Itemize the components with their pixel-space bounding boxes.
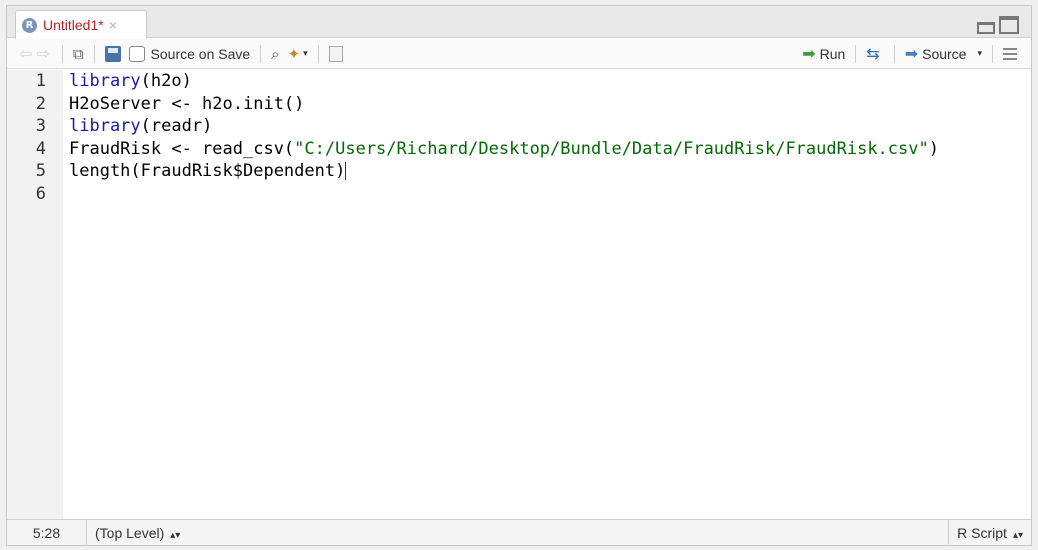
toolbar-separator: [61, 44, 63, 63]
toolbar-separator: [93, 44, 95, 63]
updown-caret-icon: ▴▾: [170, 530, 181, 541]
line-number: 2: [35, 93, 46, 114]
code-editor[interactable]: 1 2 3 4 5 6 library(h2o) H2oServer <- h2…: [7, 70, 1031, 519]
source-button[interactable]: ➡ Source: [901, 42, 971, 66]
line-number: 1: [35, 71, 46, 91]
keyword: library: [69, 116, 141, 136]
string-literal: "C:/Users/Richard/Desktop/Bundle/Data/Fr…: [294, 138, 929, 159]
nav-buttons: ⇦ ⇨: [7, 42, 56, 66]
toolbar-separator: [260, 44, 262, 63]
code-text: (h2o): [140, 71, 192, 91]
show-in-window-button[interactable]: ⧉: [69, 42, 88, 66]
source-arrow-icon: ➡: [904, 44, 919, 63]
tab-label: Untitled1*: [43, 17, 104, 33]
line-number: 6: [35, 183, 46, 204]
code-tools-button[interactable]: ✦ ▾: [284, 42, 312, 66]
code-text: (readr): [140, 116, 213, 136]
tab-strip: R Untitled1* ×: [7, 6, 1031, 39]
popout-window-icon: ⧉: [72, 44, 84, 63]
code-text: FraudRisk <- read_csv(: [69, 138, 295, 159]
editor-pane: R Untitled1* × ⇦ ⇨ ⧉ Source on Save ⌕ ✦ …: [6, 5, 1032, 546]
notebook-icon: [328, 45, 343, 62]
cursor-position: 5:28: [7, 520, 87, 546]
code-line[interactable]: library(h2o): [69, 70, 1031, 93]
line-number: 4: [35, 138, 46, 159]
save-disk-icon: [104, 45, 121, 62]
code-lines[interactable]: library(h2o) H2oServer <- h2o.init() lib…: [69, 70, 1031, 205]
source-on-save-label: Source on Save: [150, 45, 251, 62]
editor-toolbar: ⇦ ⇨ ⧉ Source on Save ⌕ ✦ ▾ ➡ Run ⇆ ➡ Sou…: [7, 39, 1031, 69]
compile-report-button[interactable]: [325, 42, 347, 66]
magic-wand-icon: ✦: [287, 44, 301, 63]
run-button[interactable]: ➡ Run: [798, 42, 849, 66]
toolbar-separator: [317, 44, 319, 63]
save-button[interactable]: [101, 42, 125, 66]
run-label: Run: [819, 45, 846, 62]
code-text: length(FraudRisk$Dependent): [69, 161, 346, 181]
source-on-save-checkbox[interactable]: [128, 45, 145, 62]
outline-lines-icon: [1003, 47, 1017, 60]
code-line[interactable]: FraudRisk <- read_csv("C:/Users/Richard/…: [69, 138, 1031, 161]
minimize-pane-icon[interactable]: [977, 22, 995, 34]
close-icon[interactable]: ×: [109, 17, 117, 33]
source-label: Source: [922, 45, 967, 62]
file-type-selector[interactable]: R Script ▴▾: [948, 520, 1031, 546]
run-arrow-icon: ➡: [802, 44, 816, 63]
code-line[interactable]: [69, 183, 1031, 206]
window-controls: [977, 16, 1019, 34]
rerun-button[interactable]: ⇆: [862, 42, 887, 66]
text-cursor: [345, 162, 347, 180]
file-type-label: R Script: [957, 525, 1007, 541]
scope-selector[interactable]: (Top Level) ▴▾: [95, 520, 180, 546]
back-arrow-icon[interactable]: ⇦: [19, 44, 32, 63]
maximize-pane-icon[interactable]: [999, 16, 1019, 34]
code-line[interactable]: library(readr): [69, 115, 1031, 138]
r-file-icon: R: [22, 17, 37, 33]
source-on-save-toggle[interactable]: Source on Save: [125, 42, 255, 66]
code-line[interactable]: length(FraudRisk$Dependent): [69, 160, 1031, 183]
rerun-arrows-icon: ⇆: [866, 44, 880, 63]
scope-label: (Top Level): [95, 525, 165, 541]
code-text: ): [928, 138, 939, 159]
code-text: H2oServer <- h2o.init(): [69, 93, 305, 114]
updown-caret-icon: ▴▾: [1012, 530, 1023, 541]
toolbar-separator: [855, 44, 857, 63]
dropdown-caret-icon: ▾: [303, 48, 308, 59]
forward-arrow-icon[interactable]: ⇨: [36, 44, 49, 63]
magnifier-icon: ⌕: [271, 44, 280, 63]
document-outline-button[interactable]: [999, 42, 1031, 66]
keyword: library: [69, 71, 141, 91]
dropdown-caret-icon: ▾: [977, 48, 982, 59]
line-number: 5: [35, 161, 46, 181]
source-options-dropdown[interactable]: ▾: [970, 42, 986, 66]
status-bar: 5:28 (Top Level) ▴▾ R Script ▴▾: [7, 519, 1031, 546]
toolbar-separator: [893, 44, 895, 63]
find-button[interactable]: ⌕: [267, 42, 283, 66]
tab-untitled1[interactable]: R Untitled1* ×: [15, 10, 147, 39]
line-number: 3: [35, 116, 46, 136]
code-line[interactable]: H2oServer <- h2o.init(): [69, 93, 1031, 116]
line-number-gutter: 1 2 3 4 5 6: [7, 70, 63, 519]
toolbar-separator: [992, 44, 993, 63]
